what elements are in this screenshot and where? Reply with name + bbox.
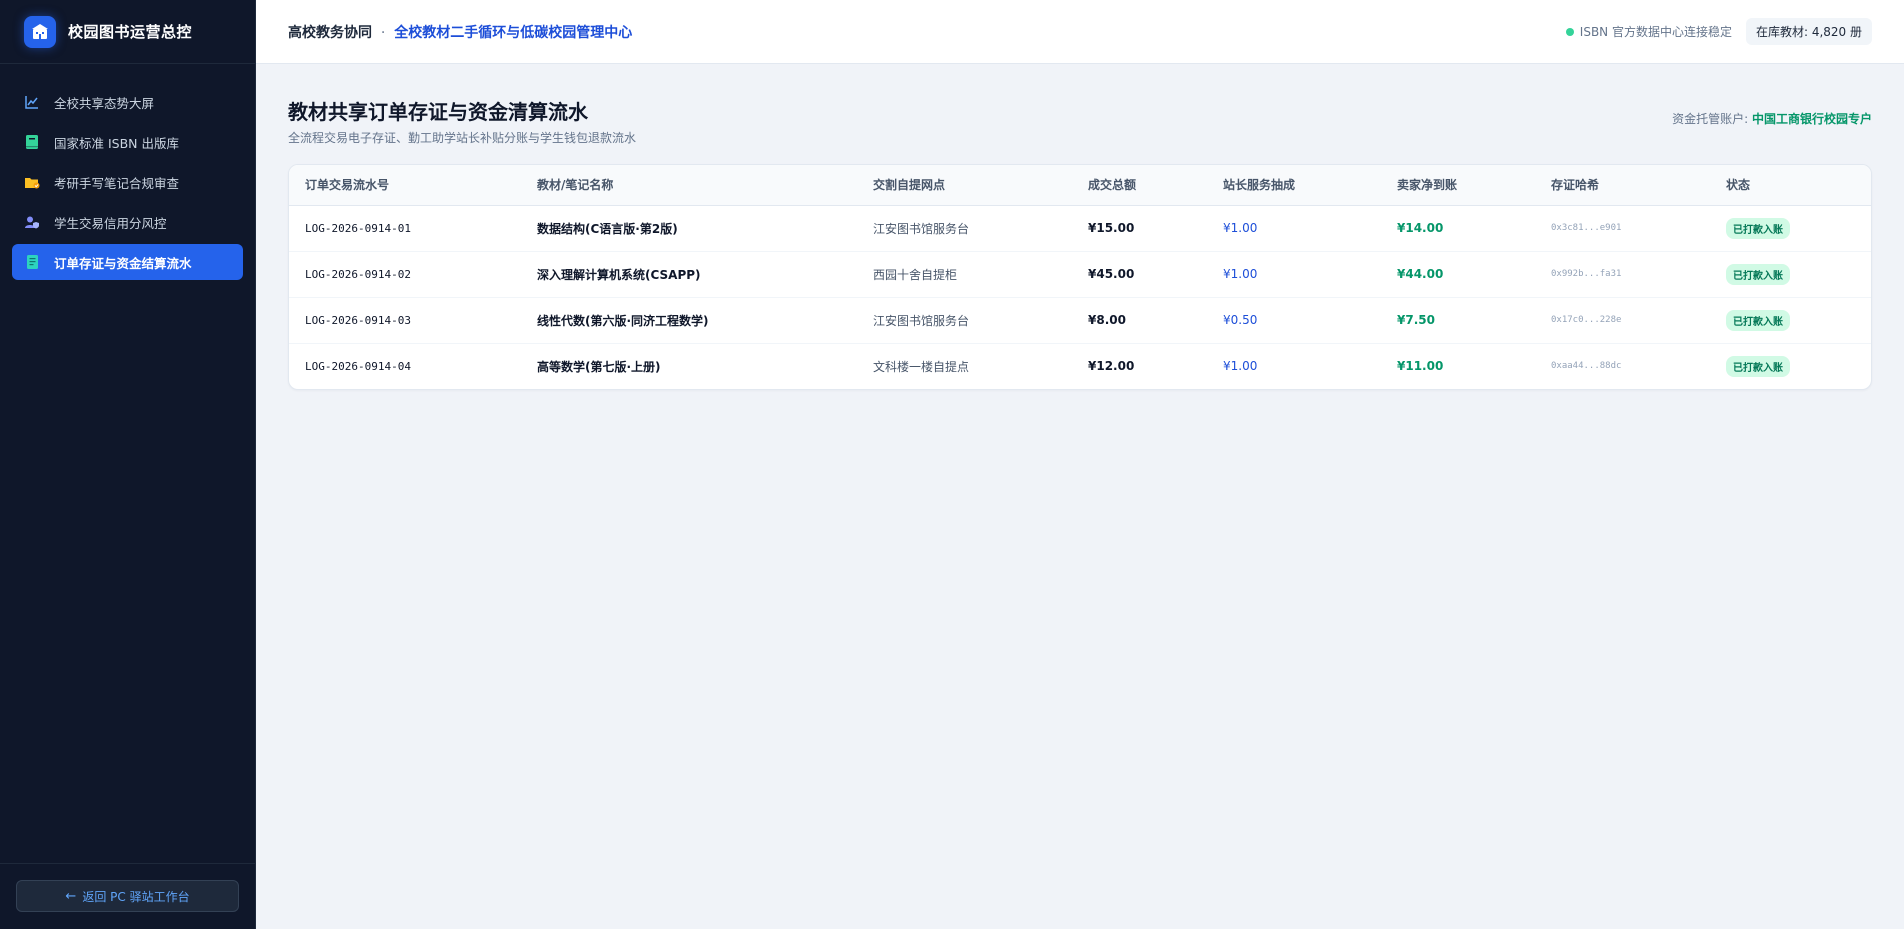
sidebar-item-notes-review[interactable]: 考研手写笔记合规审查 [12,164,243,200]
status-badge: 已打款入账 [1726,217,1790,239]
status-dot-icon [1565,27,1574,36]
content: 教材共享订单存证与资金清算流水 全流程交易电子存证、勤工助学站长补贴分账与学生钱… [256,64,1904,422]
escrow-account: 资金托管账户: 中国工商银行校园专户 [1672,110,1872,127]
cell-book: 高等数学(第七版·上册) [537,359,661,374]
sidebar-nav: 全校共享态势大屏 国家标准 ISBN 出版库 考研手写笔记合规审查 学生交易信用… [0,64,255,863]
cell-hash[interactable]: 0xaa44...88dc [1535,343,1710,389]
sidebar-item-isbn-library[interactable]: 国家标准 ISBN 出版库 [12,124,243,160]
document-icon [24,254,40,270]
topbar-right: ISBN 官方数据中心连接稳定 在库教材: 4,820 册 [1565,18,1872,45]
arrow-left-icon: ← [65,888,77,904]
cell-point: 西园十舍自提柜 [873,267,958,282]
cell-log: LOG-2026-0914-02 [305,267,411,281]
table-row[interactable]: LOG-2026-0914-03 线性代数(第六版·同济工程数学) 江安图书馆服… [289,297,1871,343]
cell-log: LOG-2026-0914-01 [305,221,411,235]
cell-log: LOG-2026-0914-04 [305,359,411,373]
cell-status: 已打款入账 [1710,297,1871,343]
col-header-book[interactable]: 教材/笔记名称 [521,165,857,205]
cell-book: 线性代数(第六版·同济工程数学) [537,313,709,328]
cell-total: ¥12.00 [1088,359,1135,374]
col-header-status[interactable]: 状态 [1710,165,1871,205]
cell-total: ¥8.00 [1088,313,1126,327]
col-header-log[interactable]: 订单交易流水号 [289,165,521,205]
sidebar: 校园图书运营总控 全校共享态势大屏 国家标准 ISBN 出版库 考研手写笔记合规… [0,0,256,929]
sidebar-item-label: 考研手写笔记合规审查 [54,175,180,191]
col-header-fee[interactable]: 站长服务抽成 [1207,165,1381,205]
connection-status: ISBN 官方数据中心连接稳定 [1565,23,1732,40]
cell-book: 数据结构(C语言版·第2版) [537,221,678,236]
status-text: ISBN 官方数据中心连接稳定 [1579,25,1732,39]
user-shield-icon [24,214,40,230]
brand-title: 校园图书运营总控 [68,23,193,41]
table-row[interactable]: LOG-2026-0914-01 数据结构(C语言版·第2版) 江安图书馆服务台… [289,205,1871,251]
main-area: 高校教务协同 · 全校教材二手循环与低碳校园管理中心 ISBN 官方数据中心连接… [256,0,1904,929]
escrow-bank: 中国工商银行校园专户 [1751,112,1872,126]
folder-check-icon [24,174,40,190]
sidebar-footer: ← 返回 PC 驿站工作台 [0,863,255,929]
topbar-center-title: 全校教材二手循环与低碳校园管理中心 [394,24,633,41]
col-header-hash[interactable]: 存证哈希 [1535,165,1710,205]
cell-fee: ¥1.00 [1223,221,1258,235]
cell-point: 江安图书馆服务台 [873,221,970,236]
topbar-separator: · [380,24,386,41]
ledger-table: 订单交易流水号 教材/笔记名称 交割自提网点 成交总额 站长服务抽成 卖家净到账… [289,165,1871,389]
col-header-point[interactable]: 交割自提网点 [857,165,1072,205]
cell-fee: ¥1.00 [1223,267,1258,281]
col-header-total[interactable]: 成交总额 [1072,165,1207,205]
sidebar-item-label: 订单存证与资金结算流水 [54,255,192,271]
sidebar-item-label: 学生交易信用分风控 [54,215,167,231]
brand: 校园图书运营总控 [0,0,255,64]
chart-line-icon [24,94,40,110]
cell-point: 江安图书馆服务台 [873,313,970,328]
cell-net: ¥14.00 [1397,221,1444,235]
ledger-table-card: 订单交易流水号 教材/笔记名称 交割自提网点 成交总额 站长服务抽成 卖家净到账… [288,164,1872,390]
page-subtitle: 全流程交易电子存证、勤工助学站长补贴分账与学生钱包退款流水 [288,131,637,145]
sidebar-item-order-ledger[interactable]: 订单存证与资金结算流水 [12,244,243,280]
cell-net: ¥44.00 [1397,267,1444,281]
status-badge: 已打款入账 [1726,309,1790,331]
cell-total: ¥15.00 [1088,221,1135,235]
cell-status: 已打款入账 [1710,343,1871,389]
cell-net: ¥7.50 [1397,313,1435,327]
cell-net: ¥11.00 [1397,359,1444,374]
cell-hash[interactable]: 0x992b...fa31 [1535,251,1710,297]
table-row[interactable]: LOG-2026-0914-04 高等数学(第七版·上册) 文科楼一楼自提点 ¥… [289,343,1871,389]
cell-point: 文科楼一楼自提点 [873,359,970,374]
cell-log: LOG-2026-0914-03 [305,313,411,327]
topbar-title: 高校教务协同 · 全校教材二手循环与低碳校园管理中心 [288,22,632,42]
sidebar-item-credit-risk[interactable]: 学生交易信用分风控 [12,204,243,240]
cell-fee: ¥1.00 [1223,359,1258,374]
table-header-row: 订单交易流水号 教材/笔记名称 交割自提网点 成交总额 站长服务抽成 卖家净到账… [289,165,1871,205]
page-header: 教材共享订单存证与资金清算流水 全流程交易电子存证、勤工助学站长补贴分账与学生钱… [288,96,1872,146]
cell-fee: ¥0.50 [1223,313,1258,327]
escrow-label: 资金托管账户: [1672,112,1749,126]
cell-book: 深入理解计算机系统(CSAPP) [537,267,701,282]
cell-hash[interactable]: 0x17c0...228e [1535,297,1710,343]
school-icon [24,15,56,48]
sidebar-item-dashboard[interactable]: 全校共享态势大屏 [12,84,243,120]
cell-status: 已打款入账 [1710,251,1871,297]
sidebar-item-label: 全校共享态势大屏 [54,95,155,111]
sidebar-item-label: 国家标准 ISBN 出版库 [54,135,179,151]
status-badge: 已打款入账 [1726,355,1790,377]
cell-hash[interactable]: 0x3c81...e901 [1535,205,1710,251]
table-row[interactable]: LOG-2026-0914-02 深入理解计算机系统(CSAPP) 西园十舍自提… [289,251,1871,297]
back-to-workbench-button[interactable]: ← 返回 PC 驿站工作台 [16,880,239,912]
cell-status: 已打款入账 [1710,205,1871,251]
cell-total: ¥45.00 [1088,267,1135,281]
book-icon [24,134,40,150]
topbar: 高校教务协同 · 全校教材二手循环与低碳校园管理中心 ISBN 官方数据中心连接… [256,0,1904,64]
page-title: 教材共享订单存证与资金清算流水 [288,100,588,124]
stock-badge: 在库教材: 4,820 册 [1745,18,1872,45]
topbar-prefix: 高校教务协同 [288,24,372,41]
col-header-net[interactable]: 卖家净到账 [1381,165,1535,205]
back-button-label: 返回 PC 驿站工作台 [82,889,190,904]
status-badge: 已打款入账 [1726,263,1790,285]
